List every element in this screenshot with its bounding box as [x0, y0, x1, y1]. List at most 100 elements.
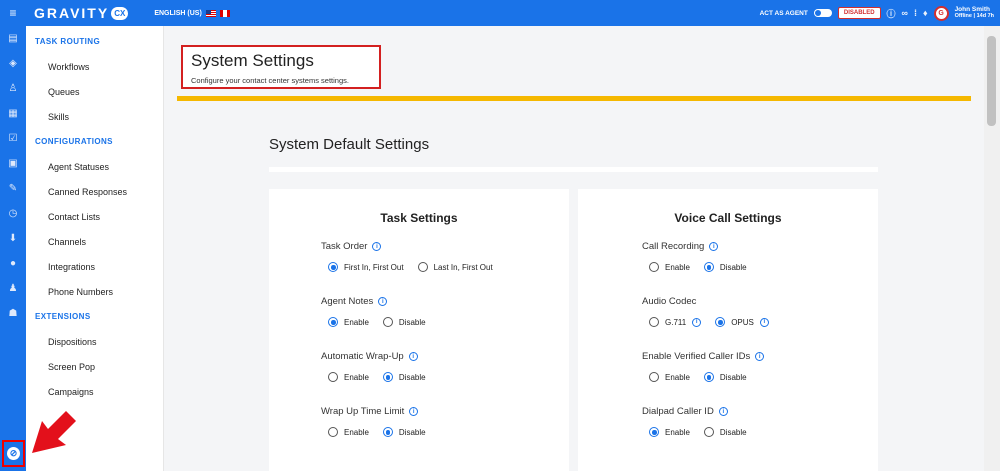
- radio-selected-icon: [382, 427, 393, 437]
- nav-item-screen-pop[interactable]: Screen Pop: [26, 354, 163, 379]
- routing-icon[interactable]: ▤: [0, 26, 26, 51]
- microphone-icon[interactable]: ♦: [923, 8, 928, 18]
- edit-icon[interactable]: ✎: [0, 176, 26, 201]
- task-settings-title: Task Settings: [380, 211, 458, 225]
- info-icon[interactable]: i: [692, 317, 702, 327]
- setting-verified-caller-ids: Enable Verified Caller IDs i Enable Disab…: [642, 351, 765, 382]
- avatar[interactable]: G: [933, 5, 949, 21]
- radio-task-order-lifo[interactable]: Last In, First Out: [417, 262, 493, 272]
- icon-rail: ▤ ◈ ♙ ▦ ☑ ▣ ✎ ◷ ⬇ ● ♟ ☗: [0, 26, 26, 471]
- agent-icon[interactable]: ♙: [0, 76, 26, 101]
- voice-call-settings-title: Voice Call Settings: [674, 211, 782, 225]
- radio-call-recording-disable[interactable]: Disable: [703, 262, 747, 272]
- main-content: System Settings Configure your contact c…: [164, 26, 984, 471]
- radio-wrap-up-time-limit-enable[interactable]: Enable: [328, 427, 369, 437]
- nav-item-canned-responses[interactable]: Canned Responses: [26, 179, 163, 204]
- nav-item-skills[interactable]: Skills: [26, 104, 163, 129]
- app-logo[interactable]: GRAVITY CX: [34, 5, 129, 21]
- user-name: John Smith: [954, 6, 990, 13]
- layers-icon[interactable]: ◈: [0, 51, 26, 76]
- info-icon[interactable]: i: [372, 242, 382, 251]
- scrollbar-thumb[interactable]: [987, 36, 996, 126]
- history-icon[interactable]: ◷: [0, 201, 26, 226]
- us-flag-icon: [205, 9, 216, 17]
- info-icon[interactable]: i: [408, 352, 418, 361]
- language-selector[interactable]: ENGLISH (US): [154, 9, 230, 17]
- user-info[interactable]: John Smith Offline | 14d 7h: [955, 6, 994, 20]
- nav-section-configurations: CONFIGURATIONS: [35, 137, 113, 146]
- settings-icon: ⊘: [7, 447, 20, 460]
- radio-unselected-icon: [382, 317, 393, 327]
- page-header: System Settings Configure your contact c…: [181, 45, 381, 89]
- radio-dialpad-caller-id-enable[interactable]: Enable: [649, 427, 690, 437]
- radio-agent-notes-disable[interactable]: Disable: [382, 317, 426, 327]
- radio-selected-icon: [703, 262, 714, 272]
- radio-unselected-icon: [703, 427, 714, 437]
- radio-selected-icon: [649, 427, 659, 437]
- radio-call-recording-enable[interactable]: Enable: [649, 262, 690, 272]
- account-icon[interactable]: ●: [0, 251, 26, 276]
- top-bar: ≡ GRAVITY CX ENGLISH (US) ACT AS AGENT DI…: [0, 0, 1000, 26]
- radio-automatic-wrap-up-enable[interactable]: Enable: [328, 372, 369, 382]
- task-settings-card: Task Settings Task Order i First In, Firs…: [269, 189, 569, 471]
- nav-section-extensions: EXTENSIONS: [35, 312, 91, 321]
- report-icon[interactable]: ▦: [0, 101, 26, 126]
- dialpad-icon[interactable]: ⁞: [914, 8, 917, 18]
- radio-wrap-up-time-limit-disable[interactable]: Disable: [382, 427, 426, 437]
- radio-audio-codec-g711[interactable]: G.711 i: [649, 317, 702, 327]
- download-icon[interactable]: ⬇: [0, 226, 26, 251]
- nav-item-phone-numbers[interactable]: Phone Numbers: [26, 279, 163, 304]
- radio-audio-codec-opus[interactable]: OPUS i: [715, 317, 769, 327]
- setting-call-recording: Call Recording i Enable Disable: [642, 241, 747, 272]
- setting-agent-notes: Agent Notes i Enable Disable: [321, 296, 426, 327]
- info-icon[interactable]: i: [378, 297, 388, 306]
- radio-selected-icon: [382, 372, 393, 382]
- info-icon[interactable]: i: [759, 317, 769, 327]
- header-divider: [177, 96, 971, 101]
- settings-rail-button[interactable]: ⊘: [2, 440, 25, 467]
- status-badge[interactable]: DISABLED: [837, 7, 881, 19]
- nav-item-channels[interactable]: Channels: [26, 229, 163, 254]
- nav-item-integrations[interactable]: Integrations: [26, 254, 163, 279]
- dashboard-icon[interactable]: ▣: [0, 151, 26, 176]
- radio-task-order-fifo[interactable]: First In, First Out: [328, 262, 404, 272]
- main-scrollbar[interactable]: [984, 26, 1000, 471]
- radio-selected-icon: [703, 372, 714, 382]
- radio-unselected-icon: [649, 262, 659, 272]
- radio-selected-icon: [715, 317, 726, 327]
- voicemail-icon[interactable]: ∞: [902, 8, 908, 18]
- annotation-arrow-icon: [32, 411, 76, 453]
- radio-verified-caller-ids-disable[interactable]: Disable: [703, 372, 747, 382]
- info-icon[interactable]: i: [709, 242, 719, 251]
- section-title: System Default Settings: [269, 136, 430, 153]
- team-icon[interactable]: ☗: [0, 301, 26, 326]
- radio-verified-caller-ids-enable[interactable]: Enable: [649, 372, 690, 382]
- setting-automatic-wrap-up: Automatic Wrap-Up i Enable Disable: [321, 351, 426, 382]
- side-navigation: TASK ROUTING Workflows Queues Skills CON…: [26, 26, 164, 471]
- menu-icon[interactable]: ≡: [0, 6, 26, 20]
- nav-item-workflows[interactable]: Workflows: [26, 54, 163, 79]
- radio-dialpad-caller-id-disable[interactable]: Disable: [703, 427, 747, 437]
- radio-automatic-wrap-up-disable[interactable]: Disable: [382, 372, 426, 382]
- page-title: System Settings: [191, 51, 314, 70]
- setting-audio-codec: Audio Codec G.711 i OPUS i: [642, 296, 783, 327]
- info-circle-icon[interactable]: ⓘ: [887, 7, 896, 20]
- checklist-icon[interactable]: ☑: [0, 126, 26, 151]
- nav-item-agent-statuses[interactable]: Agent Statuses: [26, 154, 163, 179]
- user-icon[interactable]: ♟: [0, 276, 26, 301]
- nav-item-queues[interactable]: Queues: [26, 79, 163, 104]
- info-icon[interactable]: i: [718, 407, 728, 416]
- nav-section-task-routing: TASK ROUTING: [35, 37, 101, 46]
- nav-item-contact-lists[interactable]: Contact Lists: [26, 204, 163, 229]
- info-icon[interactable]: i: [755, 352, 765, 361]
- radio-unselected-icon: [328, 372, 338, 382]
- nav-item-campaigns[interactable]: Campaigns: [26, 379, 163, 404]
- nav-item-dispositions[interactable]: Dispositions: [26, 329, 163, 354]
- act-as-agent-toggle[interactable]: [813, 9, 832, 17]
- info-icon[interactable]: i: [409, 407, 419, 416]
- logo-badge: CX: [111, 6, 129, 20]
- radio-unselected-icon: [328, 427, 338, 437]
- radio-agent-notes-enable[interactable]: Enable: [328, 317, 369, 327]
- canada-flag-icon: [219, 9, 230, 17]
- radio-unselected-icon: [417, 262, 428, 272]
